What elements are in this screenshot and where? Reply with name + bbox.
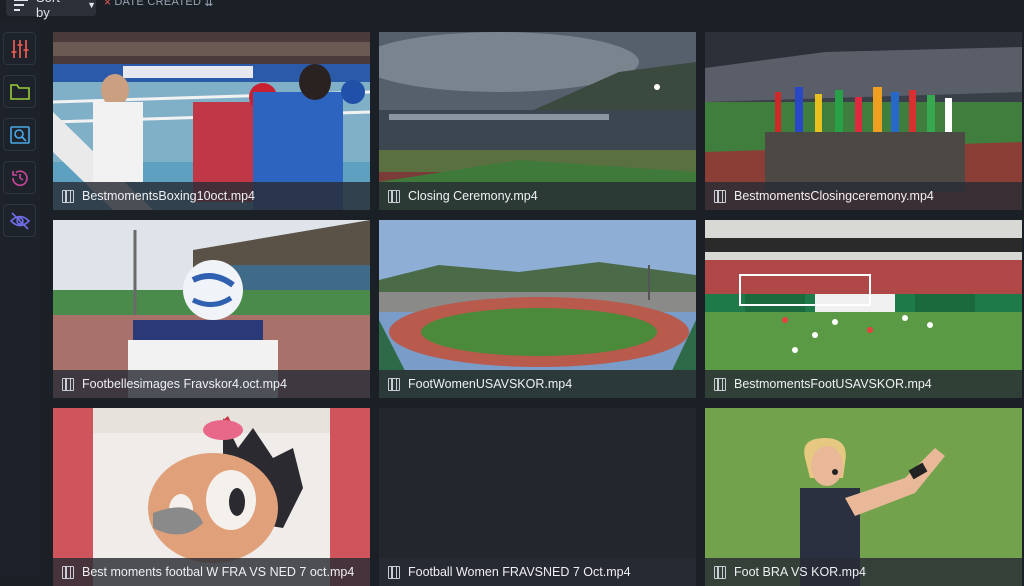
media-tile[interactable]: BestmomentsClosingceremony.mp4 — [705, 32, 1022, 210]
film-icon — [62, 189, 74, 203]
media-filename: Footbellesimages Fravskor4.oct.mp4 — [82, 377, 287, 391]
sidebar-item-folders[interactable] — [3, 75, 36, 108]
media-filename: Best moments footbal W FRA VS NED 7 oct.… — [82, 565, 355, 579]
film-icon — [62, 565, 74, 579]
remove-sort-icon[interactable]: × — [104, 0, 111, 9]
sort-by-button[interactable]: Sort by ▼ — [6, 0, 96, 20]
media-tile[interactable]: FootWomenUSAVSKOR.mp4 — [379, 220, 696, 398]
film-icon — [714, 377, 726, 391]
sidebar-item-history[interactable] — [3, 161, 36, 194]
media-tile[interactable]: BestmomentsFootUSAVSKOR.mp4 — [705, 220, 1022, 398]
film-icon — [388, 377, 400, 391]
sort-order-icon[interactable]: ⇊ — [204, 0, 214, 9]
media-filename: BestmomentsBoxing10oct.mp4 — [82, 189, 256, 203]
film-icon — [388, 565, 400, 579]
media-filename: Closing Ceremony.mp4 — [408, 189, 538, 203]
media-tile[interactable]: Foot BRA VS KOR.mp4 — [705, 408, 1022, 586]
sidebar-item-hidden[interactable] — [3, 204, 36, 237]
media-caption: BestmomentsClosingceremony.mp4 — [705, 182, 1022, 210]
media-filename: Football Women FRAVSNED 7 Oct.mp4 — [408, 565, 631, 579]
history-icon — [11, 169, 28, 186]
media-filename: BestmomentsClosingceremony.mp4 — [734, 189, 934, 203]
folder-icon — [9, 83, 30, 100]
sliders-icon — [11, 39, 28, 58]
media-caption: Footbellesimages Fravskor4.oct.mp4 — [53, 370, 370, 398]
media-tile[interactable]: Footbellesimages Fravskor4.oct.mp4 — [53, 220, 370, 398]
media-filename: Foot BRA VS KOR.mp4 — [734, 565, 866, 579]
media-caption: FootWomenUSAVSKOR.mp4 — [379, 370, 696, 398]
media-filename: FootWomenUSAVSKOR.mp4 — [408, 377, 573, 391]
media-tile[interactable]: Best moments footbal W FRA VS NED 7 oct.… — [53, 408, 370, 586]
sort-field-chip[interactable]: × DATE CREATED ⇊ — [104, 0, 214, 9]
sidebar — [0, 22, 40, 576]
media-caption: BestmomentsFootUSAVSKOR.mp4 — [705, 370, 1022, 398]
media-tile[interactable]: BestmomentsBoxing10oct.mp4 — [53, 32, 370, 210]
media-caption: Best moments footbal W FRA VS NED 7 oct.… — [53, 558, 370, 586]
sort-by-label: Sort by — [35, 0, 60, 20]
media-tile[interactable]: Football Women FRAVSNED 7 Oct.mp4 — [379, 408, 696, 586]
top-toolbar: Sort by ▼ × DATE CREATED ⇊ — [0, 0, 1024, 22]
media-caption: Football Women FRAVSNED 7 Oct.mp4 — [379, 558, 696, 586]
media-caption: Closing Ceremony.mp4 — [379, 182, 696, 210]
film-icon — [714, 189, 726, 203]
film-icon — [388, 189, 400, 203]
media-filename: BestmomentsFootUSAVSKOR.mp4 — [734, 377, 932, 391]
chevron-down-icon: ▼ — [87, 0, 96, 10]
media-tile[interactable]: Closing Ceremony.mp4 — [379, 32, 696, 210]
film-icon — [714, 565, 726, 579]
sidebar-item-image-search[interactable] — [3, 118, 36, 151]
film-icon — [62, 377, 74, 391]
media-caption: BestmomentsBoxing10oct.mp4 — [53, 182, 370, 210]
media-caption: Foot BRA VS KOR.mp4 — [705, 558, 1022, 586]
sidebar-item-filters[interactable] — [3, 32, 36, 65]
sort-field-label: DATE CREATED — [114, 0, 202, 8]
sort-lines-icon — [14, 0, 28, 11]
image-search-icon — [9, 125, 30, 144]
hidden-icon — [9, 211, 30, 230]
